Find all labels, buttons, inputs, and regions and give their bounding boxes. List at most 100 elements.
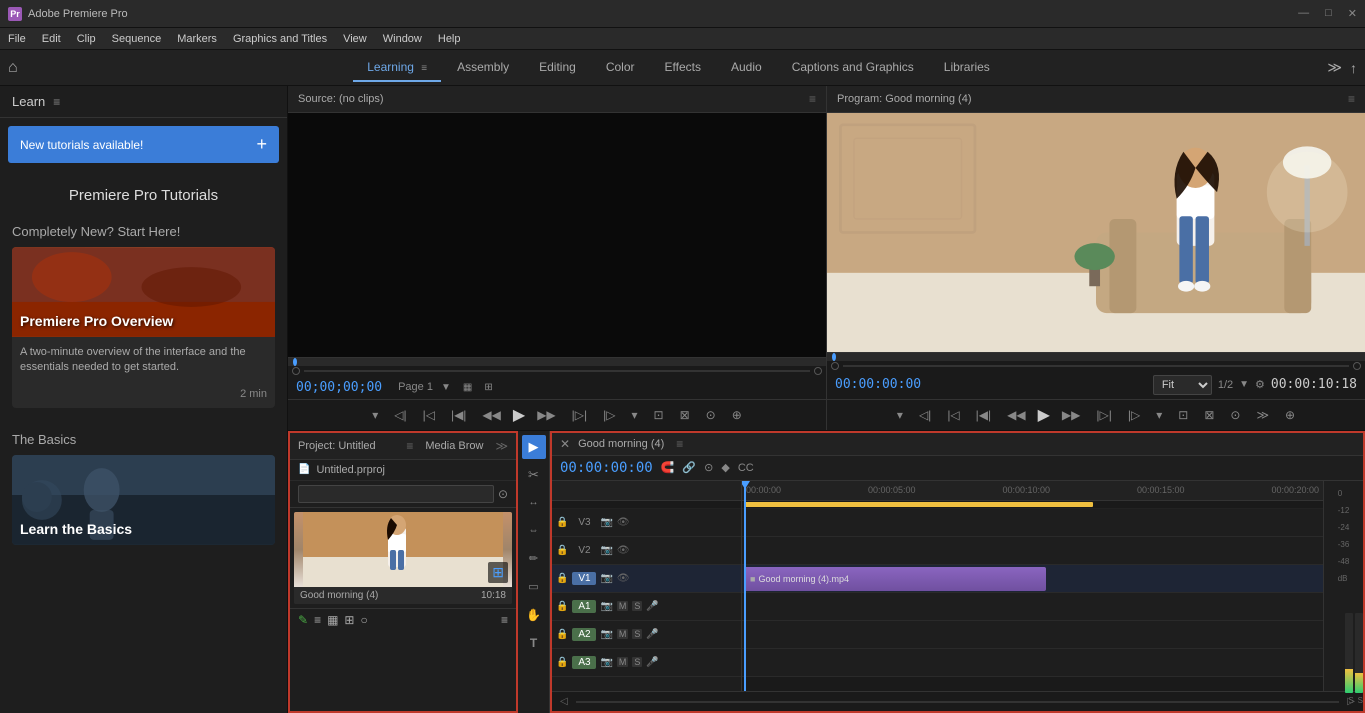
home-icon[interactable]: ⌂ (8, 59, 18, 77)
project-menu-icon[interactable]: ≡ (406, 439, 413, 453)
prog-add-icon[interactable]: ⊕ (1281, 406, 1299, 424)
project-search-input[interactable] (298, 485, 494, 503)
type-tool-btn[interactable]: T (522, 631, 546, 655)
tutorial-card-basics[interactable]: Learn the Basics (12, 455, 275, 545)
track-a3-s-btn[interactable]: S (632, 657, 642, 667)
source-panel-menu-icon[interactable]: ≡ (809, 92, 816, 106)
tl-in-marker[interactable]: ◁ (560, 696, 568, 707)
source-step-back-icon[interactable]: |◁ (419, 406, 439, 424)
prog-mark-in-icon[interactable]: ▾ (893, 406, 907, 424)
prog-camera-icon[interactable]: ⊙ (1226, 406, 1244, 424)
tl-captions-icon[interactable]: CC (738, 462, 754, 474)
tl-mark-icon[interactable]: ⊙ (704, 461, 713, 474)
prog-ff-icon[interactable]: ▶▶ (1058, 406, 1084, 424)
project-more-icon[interactable]: ≫ (495, 439, 508, 453)
hand-tool-btn[interactable]: ✋ (522, 603, 546, 627)
proj-grid-icon[interactable]: ▦ (327, 613, 338, 627)
pen-tool-btn[interactable]: ✏ (522, 547, 546, 571)
learn-menu-icon[interactable]: ≡ (53, 95, 60, 109)
rect-tool-btn[interactable]: ▭ (522, 575, 546, 599)
tab-color[interactable]: Color (592, 54, 649, 82)
prog-play-icon[interactable]: ▶ (1038, 405, 1050, 425)
tab-libraries[interactable]: Libraries (930, 54, 1004, 82)
track-v3-cam-icon[interactable]: 📷 (600, 517, 612, 528)
track-v2-cam-icon[interactable]: 📷 (600, 545, 612, 556)
prog-step-to-in-icon[interactable]: |◀| (972, 406, 995, 424)
track-a2-cam-icon[interactable]: 📷 (600, 629, 612, 640)
new-tutorials-button[interactable]: New tutorials available! + (8, 126, 279, 163)
menu-edit[interactable]: Edit (42, 33, 61, 45)
source-camera-icon[interactable]: ⊙ (702, 406, 720, 424)
track-v1-lock-icon[interactable]: 🔒 (556, 573, 568, 584)
prog-rewind-icon[interactable]: ◀◀ (1003, 406, 1029, 424)
track-a2-lock-icon[interactable]: 🔒 (556, 629, 568, 640)
track-a1-lock-icon[interactable]: 🔒 (556, 601, 568, 612)
v2-timeline-row[interactable] (742, 537, 1323, 565)
program-fraction-dropdown[interactable]: ▼ (1239, 379, 1249, 390)
source-page-dropdown-icon[interactable]: ▼ (441, 382, 451, 393)
tutorial-card-overview[interactable]: Premiere Pro Overview A two-minute overv… (12, 247, 275, 408)
rolling-tool-btn[interactable]: ⇔ (522, 519, 546, 543)
close-btn[interactable]: ✕ (1348, 7, 1357, 20)
selection-tool-btn[interactable]: ▶ (522, 435, 546, 459)
source-add-icon[interactable]: ⊞ (484, 382, 492, 393)
tab-learning[interactable]: Learning ≡ (353, 54, 441, 82)
source-step-to-in-icon[interactable]: |◀| (447, 406, 470, 424)
maximize-btn[interactable]: □ (1325, 7, 1332, 20)
track-v1-cam-icon[interactable]: 📷 (600, 573, 612, 584)
proj-list-icon[interactable]: ≡ (314, 613, 321, 627)
prog-extract-icon[interactable]: ⊠ (1200, 406, 1218, 424)
tab-effects[interactable]: Effects (651, 54, 715, 82)
source-mark-out-icon[interactable]: ▾ (628, 406, 642, 424)
program-scrubbar[interactable] (827, 352, 1365, 370)
source-mark-in-icon[interactable]: ▾ (368, 406, 382, 424)
clip-thumbnail[interactable]: ⊞ Good morning (4) 10:18 (294, 512, 512, 604)
prog-step-back-icon[interactable]: |◁ (943, 406, 963, 424)
v3-timeline-row[interactable] (742, 509, 1323, 537)
proj-circle-icon[interactable]: ○ (360, 613, 367, 627)
source-rewind-icon[interactable]: ◀◀ (478, 406, 504, 424)
track-a3-cam-icon[interactable]: 📷 (600, 657, 612, 668)
project-camera-icon[interactable]: ⊙ (498, 487, 508, 501)
clip-add-icon[interactable]: ⊞ (488, 562, 508, 583)
v1-timeline-row[interactable]: ■ Good morning (4).mp4 (742, 565, 1323, 593)
source-play-icon[interactable]: ▶ (513, 405, 525, 425)
menu-file[interactable]: File (8, 33, 26, 45)
cut-tool-btn[interactable]: ✂ (522, 463, 546, 487)
track-a1-m-btn[interactable]: M (617, 601, 629, 611)
source-ff-icon[interactable]: ▶▶ (533, 406, 559, 424)
a3-timeline-row[interactable] (742, 649, 1323, 677)
a1-timeline-row[interactable] (742, 593, 1323, 621)
menu-graphics[interactable]: Graphics and Titles (233, 33, 327, 45)
track-v2-lock-icon[interactable]: 🔒 (556, 545, 568, 556)
prog-step-fwd-icon[interactable]: |▷| (1092, 406, 1115, 424)
proj-new-icon[interactable]: ✎ (298, 613, 308, 627)
track-a1-s-btn[interactable]: S (632, 601, 642, 611)
menu-window[interactable]: Window (383, 33, 422, 45)
a2-timeline-row[interactable] (742, 621, 1323, 649)
prog-more-icon[interactable]: ≫ (1252, 406, 1273, 424)
track-content-area[interactable]: 00:00:00 00:00:05:00 00:00:10:00 00:00:1… (742, 481, 1323, 691)
track-a1-mic-icon[interactable]: 🎤 (646, 601, 658, 612)
prog-mark-out-icon[interactable]: ▾ (1152, 406, 1166, 424)
prog-prev-edit-icon[interactable]: ◁| (915, 406, 935, 424)
fit-dropdown[interactable]: Fit25%50%100% (1153, 375, 1212, 395)
track-a3-mic-icon[interactable]: 🎤 (646, 657, 658, 668)
program-settings-icon[interactable]: ⚙ (1255, 378, 1265, 391)
timeline-menu-icon[interactable]: ≡ (676, 437, 683, 451)
program-panel-menu-icon[interactable]: ≡ (1348, 92, 1355, 106)
source-list-icon[interactable]: ▦ (463, 382, 472, 393)
timeline-close-icon[interactable]: ✕ (560, 437, 570, 451)
media-browser-tab[interactable]: Media Brow (417, 440, 491, 452)
menu-markers[interactable]: Markers (177, 33, 217, 45)
source-step-in-icon[interactable]: |▷ (599, 406, 619, 424)
menu-sequence[interactable]: Sequence (112, 33, 162, 45)
tab-assembly[interactable]: Assembly (443, 54, 523, 82)
workspace-more-icon[interactable]: ≫ (1327, 59, 1342, 76)
track-a1-cam-icon[interactable]: 📷 (600, 601, 612, 612)
track-a2-mic-icon[interactable]: 🎤 (646, 629, 658, 640)
source-prev-frame-icon[interactable]: ◁| (390, 406, 410, 424)
menu-help[interactable]: Help (438, 33, 461, 45)
tab-audio[interactable]: Audio (717, 54, 776, 82)
minimize-btn[interactable]: — (1298, 7, 1309, 20)
